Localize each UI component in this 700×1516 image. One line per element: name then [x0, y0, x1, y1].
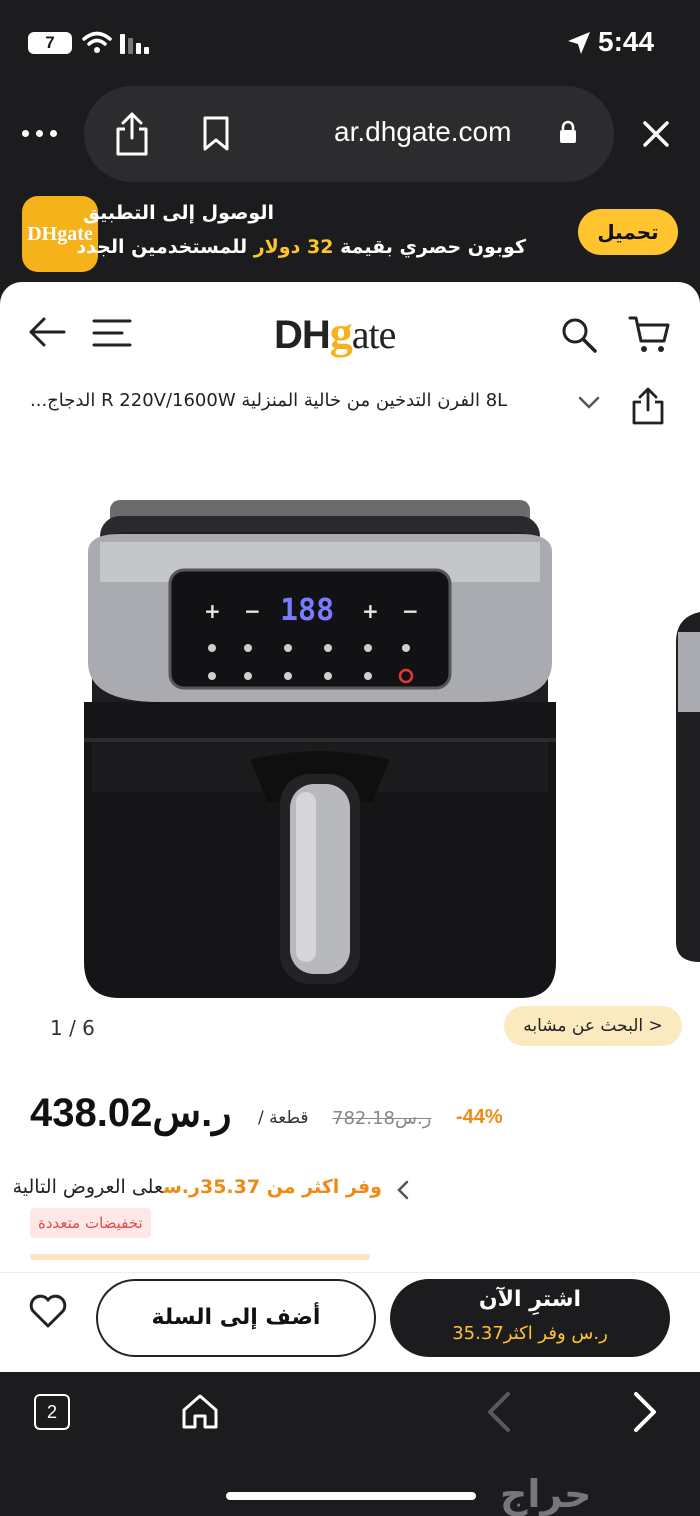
- chevron-down-icon[interactable]: [578, 396, 600, 410]
- offer-highlight: وفر اكثر من 35.37ر.س: [163, 1176, 382, 1198]
- bookmark-icon[interactable]: [202, 116, 230, 152]
- banner-coupon-amount: 32 دولار: [253, 236, 334, 258]
- current-price: 438.02ر.س: [30, 1091, 232, 1135]
- offer-rest: على العروض التالية: [12, 1176, 164, 1198]
- find-similar-button[interactable]: < البحث عن مشابه: [504, 1006, 682, 1046]
- logo-dh: DH: [274, 313, 331, 357]
- tabs-button[interactable]: 2: [34, 1394, 70, 1430]
- home-indicator: [226, 1492, 476, 1500]
- buy-now-savings: ر.س وفر اكثر35.37: [452, 1323, 608, 1344]
- air-fryer-product-image: 188 + − + −: [84, 500, 700, 998]
- home-icon[interactable]: [180, 1392, 220, 1430]
- back-arrow-icon[interactable]: [28, 316, 66, 348]
- offer-row[interactable]: وفر اكثر من 35.37ر.سعلى العروض التالية: [0, 1170, 700, 1210]
- image-pager: 1 / 6: [50, 1016, 95, 1040]
- share-icon[interactable]: [630, 386, 666, 426]
- price-row: 438.02ر.س قطعة / 782.18ر.س -44%: [0, 1082, 700, 1152]
- dhgate-logo[interactable]: DHgate: [274, 306, 397, 359]
- wifi-icon: [82, 31, 112, 53]
- hamburger-menu-icon[interactable]: [92, 318, 132, 348]
- banner-coupon-text: كوبون حصري بقيمة 32 دولار للمستخدمين الج…: [76, 236, 526, 258]
- price-unit: قطعة /: [258, 1108, 309, 1128]
- share-icon[interactable]: [114, 110, 150, 156]
- screen: 7 5:44 ar.dhgate.com DHgate الوصول إلى ا…: [0, 0, 700, 1516]
- download-app-button[interactable]: تحميل: [578, 209, 678, 255]
- heart-icon[interactable]: [28, 1293, 68, 1329]
- original-price: 782.18ر.س: [332, 1108, 432, 1129]
- offer-text: وفر اكثر من 35.37ر.سعلى العروض التالية: [13, 1176, 382, 1198]
- haraj-watermark: حراج: [500, 1472, 592, 1516]
- logo-g: g: [329, 307, 353, 358]
- logo-ate: ate: [351, 312, 397, 357]
- banner-coupon-prefix: كوبون حصري بقيمة: [340, 236, 526, 258]
- purchase-actions-bar: أضف إلى السلة اشترِ الآن ر.س وفر اكثر35.…: [0, 1272, 700, 1372]
- url-domain: ar.dhgate.com: [334, 116, 512, 147]
- chevron-left-icon: [397, 1180, 409, 1200]
- banner-title: الوصول إلى التطبيق: [83, 202, 274, 224]
- display-digits: 188: [280, 593, 334, 628]
- svg-text:−: −: [402, 599, 419, 623]
- close-icon[interactable]: [640, 118, 672, 150]
- discount-badge: -44%: [456, 1106, 503, 1128]
- search-icon[interactable]: [560, 316, 598, 354]
- web-page: DHgate 8L الفرن التدخين من خالية المنزلي…: [0, 282, 700, 1372]
- cellular-signal-icon: [120, 34, 149, 54]
- cart-icon[interactable]: [628, 314, 670, 354]
- svg-text:−: −: [244, 599, 261, 623]
- buy-now-button[interactable]: اشترِ الآن ر.س وفر اكثر35.37: [390, 1279, 670, 1357]
- battery-indicator: 7: [28, 32, 72, 54]
- site-header: DHgate: [0, 282, 700, 382]
- product-title-row: 8L الفرن التدخين من خالية المنزلية R 220…: [0, 382, 700, 432]
- lock-icon: [560, 120, 576, 143]
- more-options-button[interactable]: [22, 122, 62, 146]
- svg-text:+: +: [204, 599, 221, 623]
- svg-text:+: +: [362, 599, 379, 623]
- product-image-gallery[interactable]: 188 + − + − 1 / 6 < البحث عن مشابه: [0, 442, 700, 1062]
- banner-coupon-suffix: للمستخدمين الجدد: [76, 236, 248, 258]
- forward-chevron-icon[interactable]: [630, 1390, 660, 1434]
- product-title: 8L الفرن التدخين من خالية المنزلية R 220…: [30, 390, 508, 411]
- browser-address-bar: ar.dhgate.com: [0, 86, 700, 186]
- status-bar: 7 5:44: [0, 0, 700, 86]
- url-field[interactable]: ar.dhgate.com: [84, 86, 614, 182]
- promo-strip: [30, 1254, 370, 1260]
- buy-now-label: اشترِ الآن: [478, 1287, 582, 1312]
- multi-discount-tag: تخفيضات متعددة: [30, 1208, 151, 1238]
- app-install-banner: DHgate الوصول إلى التطبيق كوبون حصري بقي…: [0, 192, 700, 280]
- location-arrow-icon: [568, 32, 590, 54]
- browser-toolbar: 2 حراج: [0, 1372, 700, 1516]
- back-chevron-icon[interactable]: [484, 1390, 514, 1434]
- clock: 5:44: [598, 26, 655, 57]
- add-to-cart-button[interactable]: أضف إلى السلة: [96, 1279, 376, 1357]
